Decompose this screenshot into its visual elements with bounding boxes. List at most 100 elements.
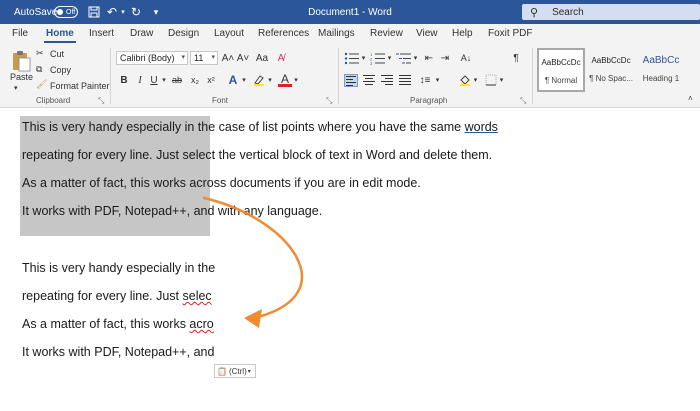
toggle-knob bbox=[57, 9, 63, 15]
copy-button[interactable]: Copy bbox=[50, 65, 71, 75]
align-center-icon[interactable] bbox=[362, 74, 376, 87]
clipboard-group-label: Clipboard bbox=[36, 96, 71, 105]
font-size-value: 11 bbox=[194, 53, 204, 63]
tab-insert[interactable]: Insert bbox=[89, 24, 114, 44]
document-line: It works with PDF, Notepad++, and bbox=[22, 345, 214, 359]
font-color-dropdown-icon[interactable]: ▾ bbox=[292, 73, 300, 87]
tab-review[interactable]: Review bbox=[370, 24, 403, 44]
customize-toolbar-icon[interactable]: ▾ bbox=[148, 4, 164, 20]
search-icon: ⚲ bbox=[530, 6, 539, 19]
tab-file[interactable]: File bbox=[12, 24, 28, 44]
borders-dropdown-icon[interactable]: ▾ bbox=[498, 73, 505, 87]
tab-mailings[interactable]: Mailings bbox=[318, 24, 355, 44]
paste-dropdown-icon[interactable]: ▾ bbox=[14, 84, 18, 92]
font-color-button[interactable]: A bbox=[278, 72, 292, 87]
tab-draw[interactable]: Draw bbox=[130, 24, 153, 44]
justify-icon[interactable] bbox=[398, 74, 412, 87]
document-line: As a matter of fact, this works acro bbox=[22, 317, 214, 331]
strikethrough-button[interactable]: ab bbox=[170, 73, 184, 87]
style-no-spacing[interactable]: AaBbCcDc ¶ No Spac... bbox=[587, 48, 635, 92]
paragraph-launcher-icon[interactable]: ⤡ bbox=[520, 96, 526, 106]
multilevel-dropdown-icon[interactable]: ▾ bbox=[412, 51, 419, 65]
underline-dropdown-icon[interactable]: ▾ bbox=[160, 73, 168, 87]
line-text: As a matter of fact, this works bbox=[22, 317, 190, 331]
cut-button[interactable]: Cut bbox=[50, 49, 64, 59]
line-text: As a matter of fact, this works across d… bbox=[22, 176, 421, 190]
clear-formatting-icon[interactable]: A̸ bbox=[274, 51, 288, 65]
redo-icon[interactable]: ↻ bbox=[128, 4, 144, 20]
change-case-icon[interactable]: Aa bbox=[254, 51, 270, 65]
clipboard-launcher-icon[interactable]: ⤡ bbox=[98, 96, 104, 106]
align-left-icon[interactable] bbox=[344, 74, 358, 87]
sort-icon[interactable]: A↓ bbox=[458, 51, 474, 65]
collapse-ribbon-icon[interactable]: ˄ bbox=[688, 94, 693, 103]
highlight-dropdown-icon[interactable]: ▾ bbox=[266, 73, 274, 87]
italic-button[interactable]: I bbox=[134, 73, 146, 87]
line-text: repeating for every line. Just bbox=[22, 289, 183, 303]
borders-icon[interactable] bbox=[484, 73, 498, 87]
group-divider bbox=[338, 48, 339, 104]
text-effects-button[interactable]: A bbox=[226, 73, 240, 87]
line-spacing-icon[interactable]: ↕≡ bbox=[418, 73, 432, 87]
save-icon[interactable] bbox=[86, 4, 102, 20]
tab-view[interactable]: View bbox=[416, 24, 438, 44]
font-group-label: Font bbox=[212, 96, 229, 105]
font-size-select[interactable]: 11 ▾ bbox=[190, 51, 218, 65]
shrink-font-icon[interactable]: A˅ bbox=[236, 51, 250, 65]
tab-design[interactable]: Design bbox=[168, 24, 199, 44]
bold-button[interactable]: B bbox=[118, 73, 130, 87]
underline-button[interactable]: U bbox=[148, 73, 160, 87]
tab-layout[interactable]: Layout bbox=[214, 24, 244, 44]
paste-button[interactable]: Paste bbox=[10, 72, 33, 82]
numbering-icon[interactable]: 123 bbox=[370, 52, 385, 66]
shading-icon[interactable] bbox=[458, 73, 472, 87]
show-formatting-icon[interactable]: ¶ bbox=[510, 51, 522, 65]
align-right-icon[interactable] bbox=[380, 74, 394, 87]
format-painter-icon[interactable]: 🖌 bbox=[36, 79, 47, 90]
subscript-button[interactable]: x₂ bbox=[188, 73, 202, 87]
decrease-indent-icon[interactable]: ⇤ bbox=[422, 51, 436, 65]
highlight-icon[interactable] bbox=[252, 73, 266, 87]
bullets-icon[interactable] bbox=[344, 52, 359, 65]
paste-options-button[interactable]: 📋 (Ctrl) ▾ bbox=[214, 364, 256, 378]
grow-font-icon[interactable]: A˄ bbox=[221, 51, 235, 65]
font-family-select[interactable]: Calibri (Body) ▾ bbox=[116, 51, 188, 65]
undo-dropdown-icon[interactable]: ▾ bbox=[118, 4, 128, 20]
multilevel-list-icon[interactable] bbox=[396, 52, 411, 65]
text-effects-dropdown-icon[interactable]: ▾ bbox=[240, 73, 248, 87]
line-text: It works with PDF, Notepad++, and bbox=[22, 345, 215, 359]
style-heading-1[interactable]: AaBbCc Heading 1 bbox=[637, 48, 685, 92]
line-text: This is very handy especially in the cas… bbox=[22, 120, 465, 134]
document-area[interactable]: This is very handy especially in the cas… bbox=[0, 108, 700, 411]
bullets-dropdown-icon[interactable]: ▾ bbox=[360, 51, 367, 65]
chevron-down-icon: ▾ bbox=[247, 368, 251, 375]
document-line: As a matter of fact, this works across d… bbox=[22, 176, 421, 190]
style-normal[interactable]: AaBbCcDc ¶ Normal bbox=[537, 48, 585, 92]
search-box[interactable]: ⚲ Search bbox=[522, 4, 700, 20]
style-preview: AaBbCcDc bbox=[591, 56, 631, 65]
increase-indent-icon[interactable]: ⇥ bbox=[438, 51, 452, 65]
style-name: ¶ Normal bbox=[544, 76, 578, 85]
numbering-dropdown-icon[interactable]: ▾ bbox=[386, 51, 393, 65]
document-line: repeating for every line. Just select th… bbox=[22, 148, 492, 162]
line-spacing-dropdown-icon[interactable]: ▾ bbox=[434, 73, 441, 87]
format-painter-button[interactable]: Format Painter bbox=[50, 81, 110, 91]
paste-options-label: (Ctrl) bbox=[228, 366, 247, 376]
search-placeholder: Search bbox=[552, 6, 584, 18]
cut-icon[interactable]: ✂ bbox=[36, 48, 44, 59]
autosave-toggle[interactable]: Off bbox=[54, 6, 78, 18]
shading-dropdown-icon[interactable]: ▾ bbox=[472, 73, 479, 87]
copy-icon[interactable]: ⧉ bbox=[36, 64, 42, 75]
tab-help[interactable]: Help bbox=[452, 24, 473, 44]
style-name: Heading 1 bbox=[642, 74, 680, 83]
superscript-button[interactable]: x² bbox=[204, 73, 218, 87]
tab-home[interactable]: Home bbox=[44, 24, 76, 44]
font-family-value: Calibri (Body) bbox=[120, 53, 175, 63]
tab-foxit-pdf[interactable]: Foxit PDF bbox=[488, 24, 532, 44]
document-line: It works with PDF, Notepad++, and with a… bbox=[22, 204, 322, 218]
autosave-state: Off bbox=[66, 8, 76, 16]
tab-references[interactable]: References bbox=[258, 24, 309, 44]
paste-icon[interactable] bbox=[10, 50, 32, 72]
font-launcher-icon[interactable]: ⤡ bbox=[326, 96, 332, 106]
line-text: This is very handy especially in the bbox=[22, 261, 216, 275]
